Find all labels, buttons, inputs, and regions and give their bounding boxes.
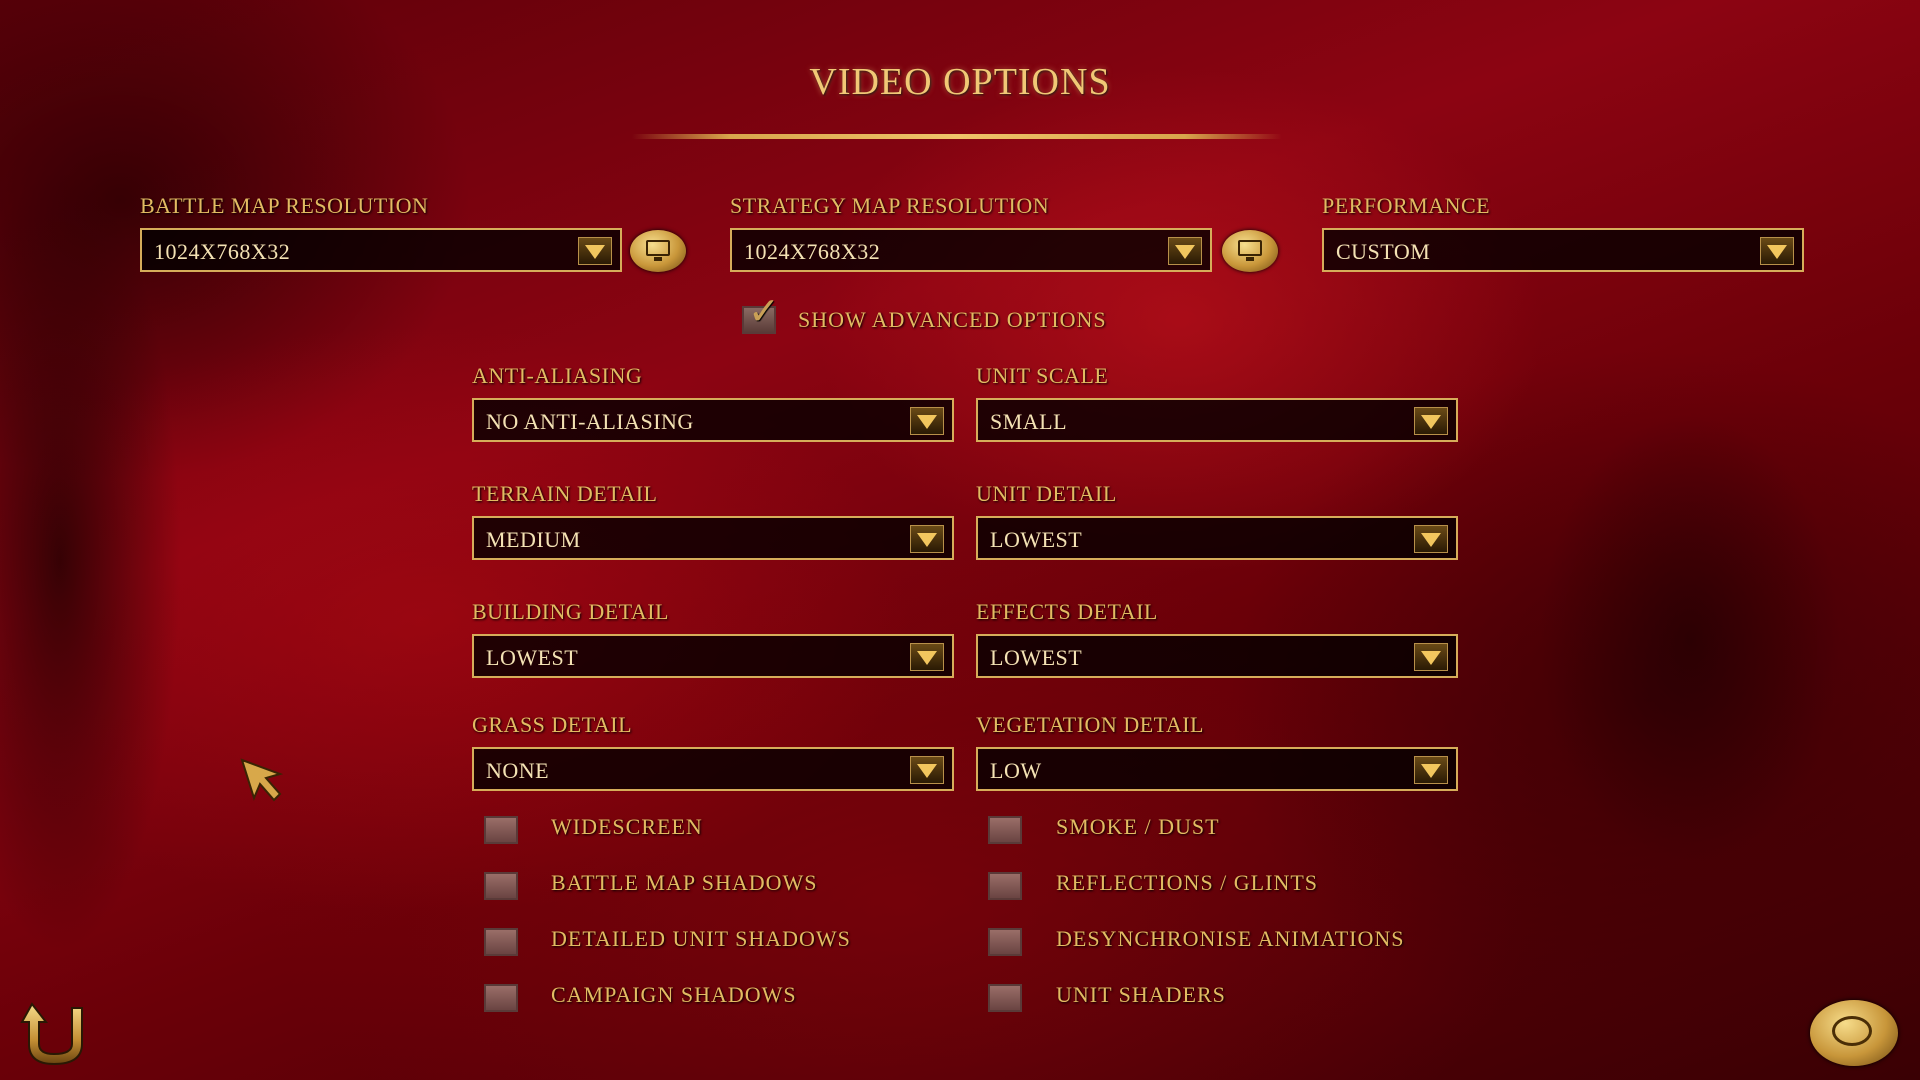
performance-dropdown[interactable]: CUSTOM bbox=[1322, 228, 1804, 272]
unit-scale-dropdown[interactable]: SMALL bbox=[976, 398, 1458, 442]
smoke-dust-checkbox[interactable] bbox=[988, 816, 1022, 844]
detailed-unit-shadows-label[interactable]: DETAILED UNIT SHADOWS bbox=[551, 926, 851, 952]
background-figure-right bbox=[1440, 260, 1920, 1080]
anti-aliasing-label: ANTI-ALIASING bbox=[472, 363, 643, 388]
title-divider bbox=[632, 134, 1282, 139]
back-arrow-icon bbox=[20, 1002, 83, 1066]
vegetation-detail-dropdown[interactable]: LOW bbox=[976, 747, 1458, 791]
grass-detail-label: GRASS DETAIL bbox=[472, 712, 633, 737]
monitor-icon bbox=[1238, 240, 1262, 261]
chevron-down-icon[interactable] bbox=[1414, 756, 1448, 784]
terrain-detail-value: MEDIUM bbox=[486, 527, 581, 552]
mouse-cursor-icon bbox=[240, 758, 284, 802]
campaign-shadows-checkbox[interactable] bbox=[484, 984, 518, 1012]
strategy-map-test-button[interactable] bbox=[1222, 230, 1278, 272]
chevron-down-icon[interactable] bbox=[1760, 237, 1794, 265]
chevron-down-icon[interactable] bbox=[1168, 237, 1202, 265]
desynchronise-animations-label[interactable]: DESYNCHRONISE ANIMATIONS bbox=[1056, 926, 1405, 952]
building-detail-value: LOWEST bbox=[486, 645, 579, 670]
building-detail-label: BUILDING DETAIL bbox=[472, 599, 669, 624]
show-advanced-label[interactable]: SHOW ADVANCED OPTIONS bbox=[798, 307, 1107, 333]
back-button[interactable] bbox=[20, 1000, 98, 1070]
unit-scale-label: UNIT SCALE bbox=[976, 363, 1109, 388]
campaign-shadows-label[interactable]: CAMPAIGN SHADOWS bbox=[551, 982, 797, 1008]
desynchronise-animations-checkbox[interactable] bbox=[988, 928, 1022, 956]
reflections-glints-label[interactable]: REFLECTIONS / GLINTS bbox=[1056, 870, 1318, 896]
widescreen-checkbox[interactable] bbox=[484, 816, 518, 844]
battle-map-resolution-label: BATTLE MAP RESOLUTION bbox=[140, 193, 429, 218]
performance-value: CUSTOM bbox=[1336, 239, 1431, 264]
unit-shaders-checkbox[interactable] bbox=[988, 984, 1022, 1012]
monitor-icon bbox=[646, 240, 670, 261]
performance-label: PERFORMANCE bbox=[1322, 193, 1491, 218]
checkmark-icon: ✓ bbox=[748, 289, 780, 333]
confirm-button[interactable] bbox=[1810, 1000, 1898, 1066]
chevron-down-icon[interactable] bbox=[1414, 643, 1448, 671]
vegetation-detail-label: VEGETATION DETAIL bbox=[976, 712, 1204, 737]
chevron-down-icon[interactable] bbox=[1414, 407, 1448, 435]
chevron-down-icon[interactable] bbox=[910, 756, 944, 784]
smoke-dust-label[interactable]: SMOKE / DUST bbox=[1056, 814, 1220, 840]
strategy-map-resolution-dropdown[interactable]: 1024X768X32 bbox=[730, 228, 1212, 272]
detailed-unit-shadows-checkbox[interactable] bbox=[484, 928, 518, 956]
confirm-seal-icon bbox=[1832, 1016, 1872, 1046]
battle-map-resolution-dropdown[interactable]: 1024X768X32 bbox=[140, 228, 622, 272]
grass-detail-dropdown[interactable]: NONE bbox=[472, 747, 954, 791]
unit-detail-value: LOWEST bbox=[990, 527, 1083, 552]
reflections-glints-checkbox[interactable] bbox=[988, 872, 1022, 900]
effects-detail-value: LOWEST bbox=[990, 645, 1083, 670]
terrain-detail-label: TERRAIN DETAIL bbox=[472, 481, 658, 506]
battle-map-resolution-value: 1024X768X32 bbox=[154, 239, 291, 264]
effects-detail-label: EFFECTS DETAIL bbox=[976, 599, 1158, 624]
chevron-down-icon[interactable] bbox=[910, 525, 944, 553]
unit-scale-value: SMALL bbox=[990, 409, 1068, 434]
widescreen-label[interactable]: WIDESCREEN bbox=[551, 814, 703, 840]
battle-map-shadows-checkbox[interactable] bbox=[484, 872, 518, 900]
grass-detail-value: NONE bbox=[486, 758, 550, 783]
show-advanced-checkbox[interactable]: ✓ bbox=[742, 292, 780, 334]
chevron-down-icon[interactable] bbox=[910, 407, 944, 435]
unit-shaders-label[interactable]: UNIT SHADERS bbox=[1056, 982, 1226, 1008]
chevron-down-icon[interactable] bbox=[910, 643, 944, 671]
page-title: VIDEO OPTIONS bbox=[809, 61, 1111, 103]
anti-aliasing-value: NO ANTI-ALIASING bbox=[486, 409, 694, 434]
strategy-map-resolution-value: 1024X768X32 bbox=[744, 239, 881, 264]
battle-map-shadows-label[interactable]: BATTLE MAP SHADOWS bbox=[551, 870, 818, 896]
video-options-screen: VIDEO OPTIONS BATTLE MAP RESOLUTION 1024… bbox=[0, 0, 1920, 1080]
unit-detail-label: UNIT DETAIL bbox=[976, 481, 1117, 506]
terrain-detail-dropdown[interactable]: MEDIUM bbox=[472, 516, 954, 560]
background-figure-left bbox=[0, 0, 330, 1080]
anti-aliasing-dropdown[interactable]: NO ANTI-ALIASING bbox=[472, 398, 954, 442]
battle-map-test-button[interactable] bbox=[630, 230, 686, 272]
building-detail-dropdown[interactable]: LOWEST bbox=[472, 634, 954, 678]
chevron-down-icon[interactable] bbox=[1414, 525, 1448, 553]
chevron-down-icon[interactable] bbox=[578, 237, 612, 265]
unit-detail-dropdown[interactable]: LOWEST bbox=[976, 516, 1458, 560]
strategy-map-resolution-label: STRATEGY MAP RESOLUTION bbox=[730, 193, 1050, 218]
vegetation-detail-value: LOW bbox=[990, 758, 1042, 783]
effects-detail-dropdown[interactable]: LOWEST bbox=[976, 634, 1458, 678]
